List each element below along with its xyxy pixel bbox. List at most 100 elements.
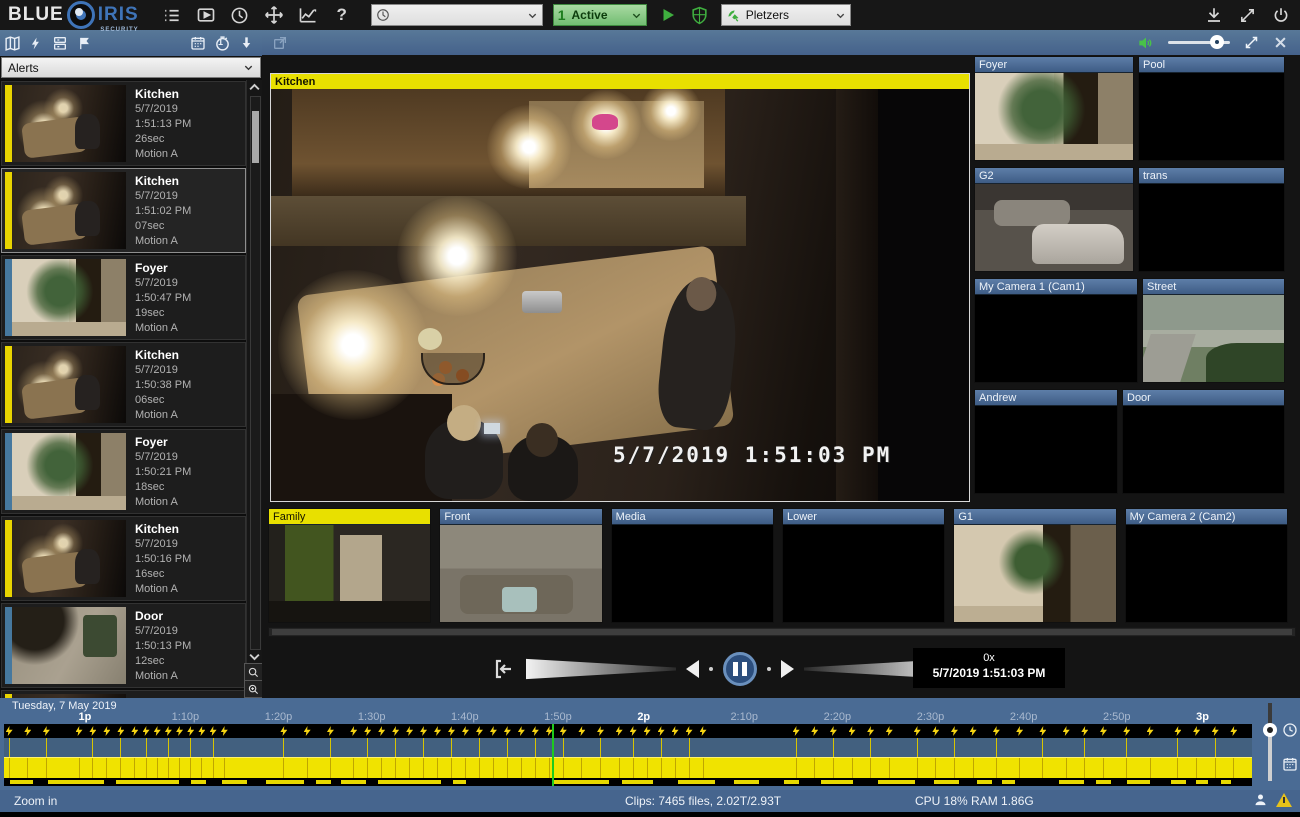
camera-tile[interactable]: My Camera 1 (Cam1)	[974, 278, 1138, 383]
motion-bolt-icon	[24, 726, 31, 736]
open-external-window-icon[interactable]	[272, 35, 288, 51]
thumbnail-scrollbar[interactable]	[268, 627, 1296, 637]
camera-tile[interactable]: Front	[439, 508, 602, 623]
alert-thumbnail	[5, 433, 126, 510]
alert-marker-line	[395, 738, 396, 757]
fullscreen-icon[interactable]	[1239, 7, 1256, 24]
flag-icon[interactable]	[72, 33, 96, 53]
step-back-icon[interactable]	[686, 660, 699, 678]
speaker-icon[interactable]	[1136, 35, 1154, 51]
schedule-dropdown[interactable]	[371, 4, 543, 26]
volume-knob[interactable]	[1210, 35, 1224, 49]
scrollbar-track[interactable]	[250, 96, 261, 650]
alert-list-item[interactable]: Kitchen 5/7/2019 1:51:02 PM 07sec Motion…	[1, 168, 246, 253]
camera-tile[interactable]: Pool	[1138, 56, 1285, 161]
counter-badge-icon[interactable]: 1	[210, 33, 234, 53]
scrollbar-thumb[interactable]	[252, 111, 259, 163]
alert-list-item[interactable]	[1, 690, 246, 698]
step-forward-icon[interactable]	[781, 660, 794, 678]
camera-tile[interactable]: Street	[1142, 278, 1285, 383]
camera-tile[interactable]: Foyer	[974, 56, 1134, 161]
download-update-icon[interactable]	[1205, 6, 1223, 24]
alert-list-item[interactable]: Kitchen 5/7/2019 1:50:38 PM 06sec Motion…	[1, 342, 246, 427]
ptz-move-icon[interactable]	[263, 4, 285, 26]
thumbnail-zoom-out-button[interactable]	[244, 663, 263, 681]
camera-tile[interactable]: Door	[1122, 389, 1285, 494]
clips-video-icon[interactable]	[195, 4, 217, 26]
shield-icon[interactable]	[689, 4, 711, 26]
camera-name: Family	[273, 511, 305, 523]
alert-list-item[interactable]: Foyer 5/7/2019 1:50:21 PM 18sec Motion A	[1, 429, 246, 514]
camera-tile[interactable]: G2	[974, 167, 1134, 272]
timeline-clip-segments[interactable]	[4, 778, 1252, 786]
camera-tile[interactable]: Family	[268, 508, 431, 623]
camera-tile[interactable]: Andrew	[974, 389, 1118, 494]
motion-bolt-icon	[462, 726, 469, 736]
recording-notch	[307, 758, 308, 779]
alert-list-item[interactable]: Kitchen 5/7/2019 1:50:16 PM 16sec Motion…	[1, 516, 246, 601]
playback-speed: 0x	[913, 652, 1065, 664]
recording-notch	[852, 758, 853, 779]
recording-notch	[353, 758, 354, 779]
help-icon[interactable]: ?	[331, 4, 353, 26]
power-icon[interactable]	[1272, 6, 1290, 24]
scroll-up-icon[interactable]	[247, 80, 262, 95]
timeline-recording-band[interactable]	[4, 757, 1252, 779]
volume-slider[interactable]	[1168, 41, 1230, 44]
recording-notch	[423, 758, 424, 779]
alert-list-item[interactable]: Door 5/7/2019 1:50:13 PM 12sec Motion A	[1, 603, 246, 688]
timeline-zoom-knob[interactable]	[1263, 723, 1277, 737]
maximize-viewer-icon[interactable]	[1244, 35, 1259, 50]
camera-tile[interactable]: Lower	[782, 508, 945, 623]
alert-list-item[interactable]: Foyer 5/7/2019 1:50:47 PM 19sec Motion A	[1, 255, 246, 340]
thumbnail-zoom-in-button[interactable]	[244, 680, 263, 698]
traffic-play-icon[interactable]	[657, 4, 679, 26]
alert-duration: 19sec	[135, 306, 191, 321]
timeline-motion-strip[interactable]	[4, 724, 1252, 738]
alert-list-scrollbar[interactable]	[246, 80, 262, 698]
timeline-track[interactable]: Tuesday, 7 May 2019 1p1:10p1:20p1:30p1:4…	[4, 698, 1252, 790]
timeline-clock-icon[interactable]	[1282, 722, 1298, 738]
recording-notch	[633, 758, 634, 779]
user-icon[interactable]	[1253, 792, 1268, 807]
thumbnail-scrollbar-thumb[interactable]	[272, 629, 1292, 635]
timeline-calendar-icon[interactable]	[1282, 756, 1298, 772]
camera-grid-bottom: Family Front Media Lower G1 My Camera 2 …	[268, 508, 1296, 623]
calendar-icon[interactable]	[186, 33, 210, 53]
main-video-frame[interactable]: 5/7/2019 1:51:03 PM	[271, 89, 969, 501]
status-bar: Zoom in Clips: 7465 files, 2.02T/2.93T C…	[0, 790, 1300, 812]
timeline-alert-band[interactable]	[4, 738, 1252, 757]
export-download-icon[interactable]	[234, 33, 258, 53]
scroll-down-icon[interactable]	[247, 649, 262, 664]
camera-tile[interactable]: My Camera 2 (Cam2)	[1125, 508, 1288, 623]
jump-to-start-icon[interactable]	[492, 657, 516, 681]
timeline-zoom-slider[interactable]	[1268, 703, 1272, 781]
clips-folder-icon[interactable]	[0, 33, 24, 53]
blue-iris-logo: BLUE IRISSECURITY	[8, 1, 139, 29]
profile-active-dropdown[interactable]: 1 Active	[553, 4, 647, 26]
main-video-panel[interactable]: Kitchen 5/7/2019 1:51	[270, 73, 970, 502]
alert-marker-line	[451, 738, 452, 757]
camera-tile[interactable]: G1	[953, 508, 1116, 623]
camera-tile-titlebar: trans	[1139, 168, 1284, 184]
remote-profile-dropdown[interactable]: Pletzers	[721, 4, 851, 26]
close-viewer-icon[interactable]	[1273, 35, 1288, 50]
stats-graph-icon[interactable]	[297, 4, 319, 26]
timeline-panel[interactable]: Tuesday, 7 May 2019 1p1:10p1:20p1:30p1:4…	[0, 698, 1300, 790]
timeline-tick-label: 1:10p	[172, 711, 200, 723]
timeline-clock-icon[interactable]	[229, 4, 251, 26]
clip-list-icon[interactable]	[161, 4, 183, 26]
motion-bolt-icon	[597, 726, 604, 736]
archive-server-icon[interactable]	[48, 33, 72, 53]
camera-tile[interactable]: Media	[611, 508, 774, 623]
recording-notch	[1126, 758, 1127, 779]
reverse-speed-slider[interactable]	[526, 657, 676, 681]
alert-list-item[interactable]: Kitchen 5/7/2019 1:51:13 PM 26sec Motion…	[1, 81, 246, 166]
alerts-bolt-icon[interactable]	[24, 33, 48, 53]
pause-button[interactable]	[723, 652, 757, 686]
clip-segment	[191, 780, 206, 784]
clip-filter-dropdown[interactable]: Alerts	[1, 57, 261, 78]
warning-icon[interactable]	[1276, 793, 1292, 807]
timeline-playhead[interactable]	[552, 724, 554, 786]
camera-tile[interactable]: trans	[1138, 167, 1285, 272]
